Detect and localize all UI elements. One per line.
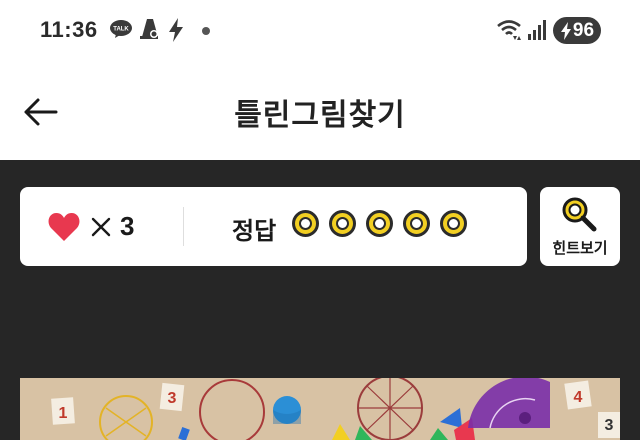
more-notifications-dot-icon <box>202 27 210 35</box>
app-bar: 틀린그림찾기 <box>0 62 640 160</box>
signal-icon <box>528 20 546 40</box>
times-icon <box>91 217 111 236</box>
answer-slot <box>403 210 430 237</box>
hint-button[interactable]: 힌트보기 <box>540 187 620 266</box>
kakaotalk-icon: TALK <box>110 20 132 38</box>
svg-text:3: 3 <box>168 390 177 407</box>
lives-count: 3 <box>120 211 135 241</box>
svg-text:1: 1 <box>59 405 68 422</box>
lives-indicator: 3 <box>48 211 134 242</box>
bolt-icon <box>169 18 183 42</box>
talk-badge-text: TALK <box>113 27 129 33</box>
status-bar: 11:36 TALK 96 <box>0 0 640 62</box>
answer-slot <box>329 210 356 237</box>
hint-label: 힌트보기 <box>552 240 608 257</box>
answer-slots <box>292 210 467 237</box>
status-time: 11:36 <box>40 17 98 42</box>
charging-icon <box>560 21 571 40</box>
puzzle-image[interactable]: 1 3 4 3 <box>20 378 620 440</box>
wifi-icon <box>497 20 521 40</box>
svg-text:4: 4 <box>574 389 583 406</box>
answer-label: 정답 <box>232 218 277 245</box>
notification-icon <box>140 19 158 39</box>
battery-level: 96 <box>572 19 595 41</box>
heart-icon <box>48 212 80 241</box>
svg-text:3: 3 <box>605 417 614 434</box>
battery-indicator: 96 <box>553 17 601 44</box>
answer-slot <box>292 210 319 237</box>
search-icon <box>562 197 597 232</box>
score-card: 3 정답 <box>20 187 527 266</box>
divider <box>183 207 184 246</box>
puzzle-image-content: 1 3 4 3 <box>20 378 620 440</box>
answer-slot <box>366 210 393 237</box>
page-title: 틀린그림찾기 <box>234 99 406 132</box>
game-area: 3 정답 힌트보기 1 3 4 3 <box>0 160 640 440</box>
answer-slot <box>440 210 467 237</box>
